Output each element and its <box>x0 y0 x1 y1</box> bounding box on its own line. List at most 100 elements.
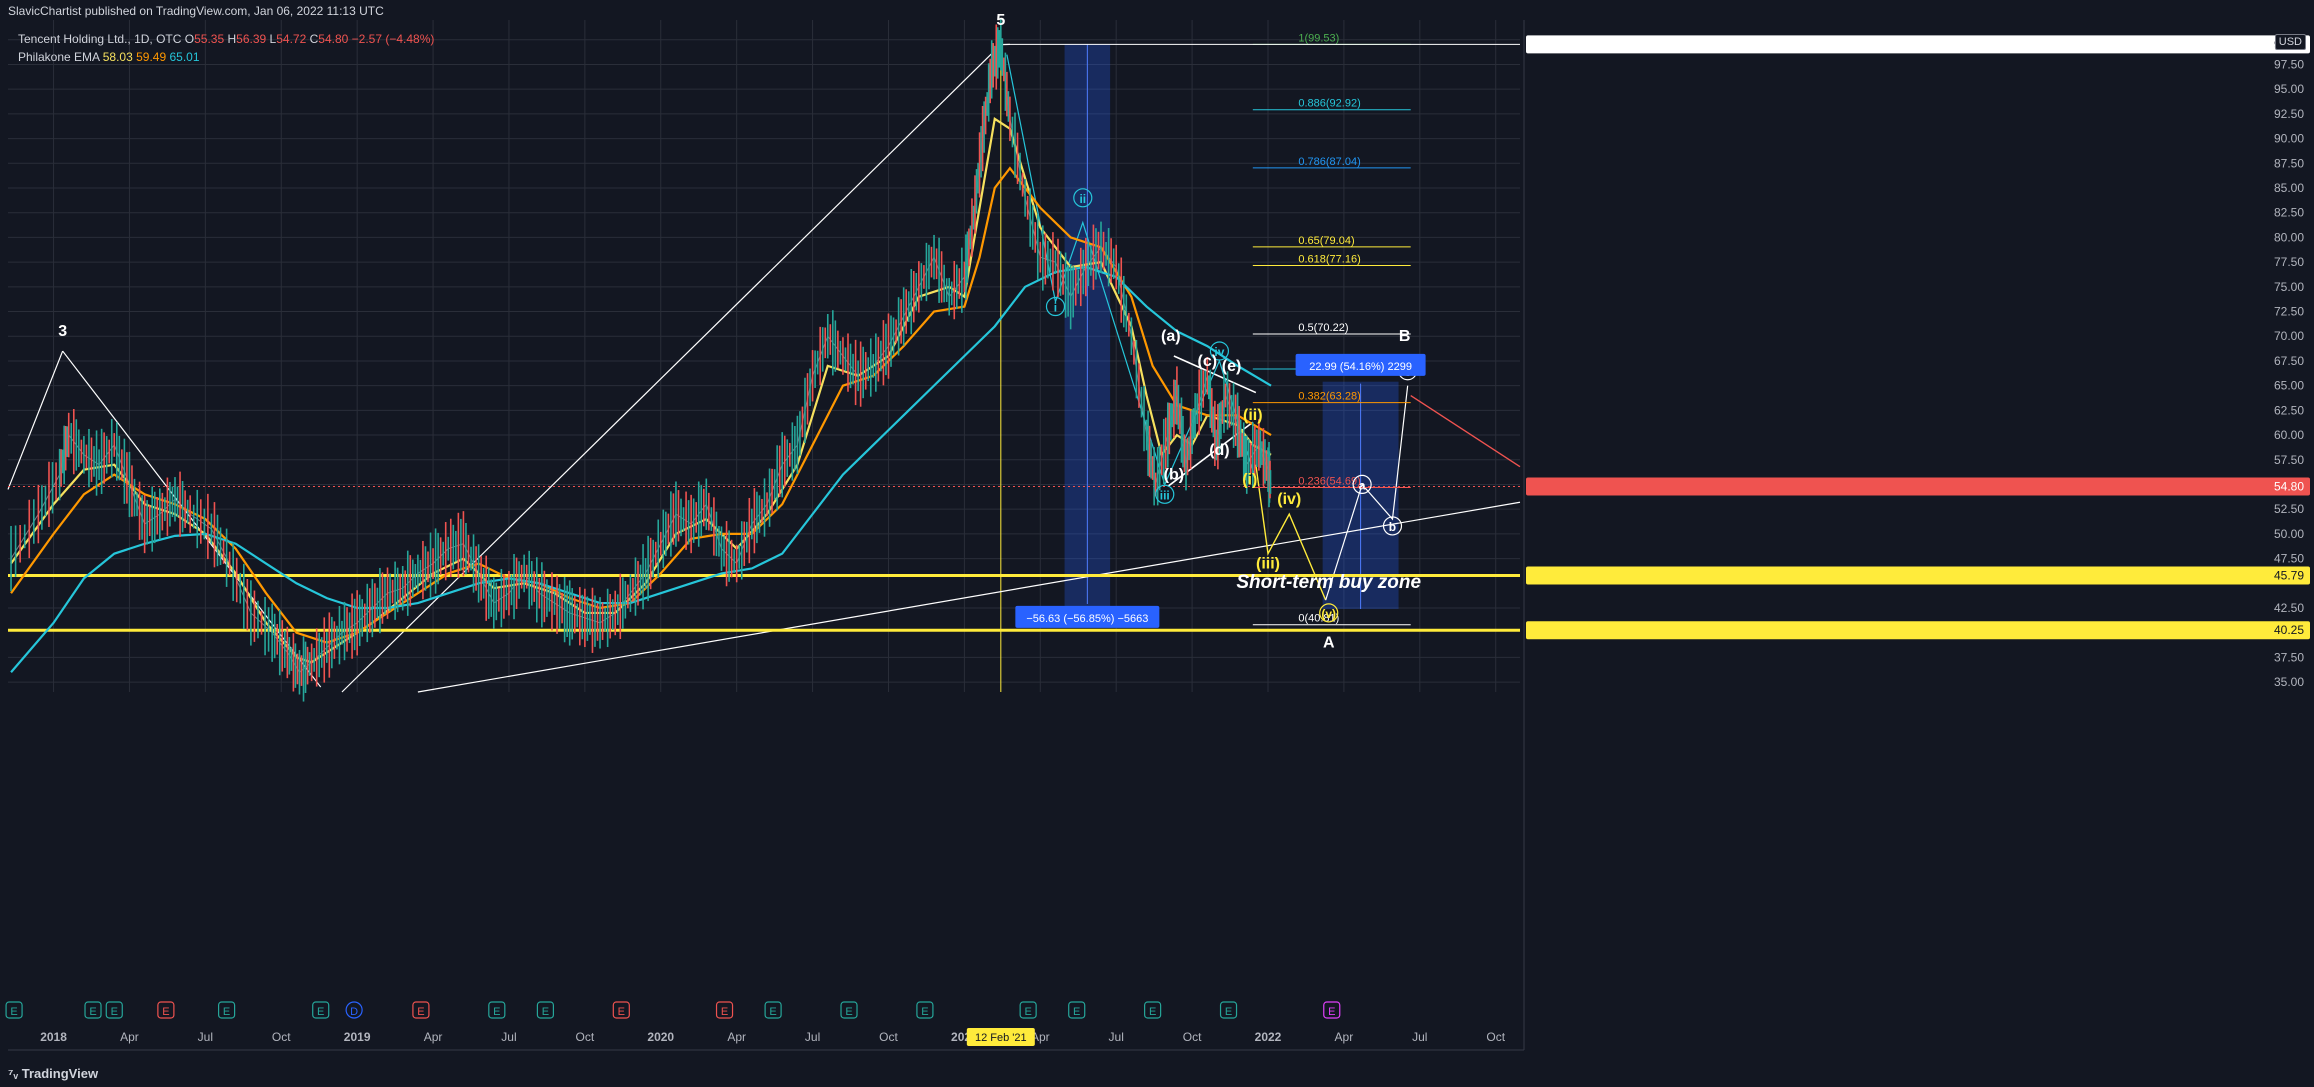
event-marker-label: E <box>769 1006 776 1018</box>
price-tag-box <box>1526 566 2310 585</box>
price-axis-tick: 97.50 <box>2274 57 2304 71</box>
indicator-legend[interactable]: Philakone EMA 58.03 59.49 65.01 <box>18 50 200 64</box>
indicator-value-slow: 65.01 <box>169 50 200 64</box>
price-axis-tick: 85.00 <box>2274 181 2304 195</box>
price-axis-tick: 47.50 <box>2274 552 2304 566</box>
price-axis-tick: 75.00 <box>2274 280 2304 294</box>
wave-label: (d) <box>1209 442 1229 459</box>
time-axis-tick: Jul <box>805 1030 820 1044</box>
wave-label: A <box>1323 635 1335 652</box>
publish-info: SlavicChartist published on TradingView.… <box>8 4 384 18</box>
time-axis-tick: Oct <box>1486 1030 1505 1044</box>
time-axis-tick: Apr <box>120 1030 139 1044</box>
price-tag-box <box>1526 35 2310 54</box>
date-tag-label: 12 Feb '21 <box>975 1032 1027 1044</box>
ohlc-high-label: H <box>227 32 237 46</box>
event-marker-label: E <box>542 1006 549 1018</box>
fib-level-label: 0.65(79.04) <box>1298 235 1354 247</box>
price-axis-bg <box>1524 0 2314 1087</box>
price-tag-label: 40.25 <box>2274 623 2304 637</box>
wave-label: (ii) <box>1243 407 1263 424</box>
price-axis-tick: 72.50 <box>2274 305 2304 319</box>
time-axis-tick: Jul <box>501 1030 516 1044</box>
fib-level-label: 0.5(70.22) <box>1298 322 1348 334</box>
wave-label: (e) <box>1222 358 1242 375</box>
price-axis-tick: 77.50 <box>2274 255 2304 269</box>
red-projection-line <box>1410 394 1521 468</box>
event-marker-label: E <box>493 1006 500 1018</box>
event-marker-label: E <box>10 1006 17 1018</box>
event-marker-label: E <box>1024 1006 1031 1018</box>
event-marker-label: D <box>350 1006 358 1018</box>
price-tag-label: 45.79 <box>2274 568 2304 582</box>
time-axis-tick: Apr <box>1335 1030 1354 1044</box>
tradingview-icon: ⁷ᵥ <box>8 1066 22 1081</box>
wave-label: (iii) <box>1256 555 1280 572</box>
short-term-zone-label: Short-term buy zone <box>1236 572 1421 593</box>
indicator-name: Philakone EMA <box>18 50 100 64</box>
time-axis-tick: Oct <box>879 1030 898 1044</box>
time-axis-tick: Oct <box>576 1030 595 1044</box>
event-marker-label: E <box>89 1006 96 1018</box>
rise-measure-label: 22.99 (54.16%) 2299 <box>1309 361 1412 373</box>
symbol-name: Tencent Holding Ltd., 1D, OTC <box>18 32 182 46</box>
wave-label: (a) <box>1161 328 1181 345</box>
fib-level-label: 0.236(54.69) <box>1298 476 1360 488</box>
price-axis-tick: 35.00 <box>2274 675 2304 689</box>
event-marker-label: E <box>317 1006 324 1018</box>
wave-label: (v) <box>1321 607 1336 621</box>
price-axis-tick: 60.00 <box>2274 428 2304 442</box>
price-axis-tick: 65.00 <box>2274 379 2304 393</box>
ohlc-open: 55.35 <box>194 32 225 46</box>
price-axis-tick: 80.00 <box>2274 230 2304 244</box>
price-axis-tick: 67.50 <box>2274 354 2304 368</box>
price-axis-tick: 90.00 <box>2274 132 2304 146</box>
brand-text: TradingView <box>21 1066 99 1081</box>
event-marker-label: E <box>721 1006 728 1018</box>
event-marker-label: E <box>845 1006 852 1018</box>
symbol-legend[interactable]: Tencent Holding Ltd., 1D, OTC O55.35 H56… <box>18 32 434 46</box>
fib-level-label: 1(99.53) <box>1298 32 1339 44</box>
wave-label: (iv) <box>1277 491 1301 508</box>
ohlc-close: 54.80 <box>318 32 349 46</box>
time-axis-tick: Apr <box>424 1030 443 1044</box>
price-axis-tick: 70.00 <box>2274 329 2304 343</box>
time-axis-tick: Apr <box>727 1030 746 1044</box>
time-axis-tick: 2022 <box>1255 1030 1282 1044</box>
ohlc-high: 56.39 <box>236 32 267 46</box>
wave-label: iii <box>1160 488 1170 502</box>
event-marker-label: E <box>921 1006 928 1018</box>
price-chart[interactable]: 1(99.53) 0.886(92.92) 0.786(87.04) 0.65(79.… <box>0 0 2314 1087</box>
price-axis-tick: 42.50 <box>2274 601 2304 615</box>
currency-button[interactable]: USD <box>2274 34 2306 50</box>
wave-label: 5 <box>996 12 1005 29</box>
fib-level-label: 0.618(77.16) <box>1298 253 1360 265</box>
price-tag-label: 54.80 <box>2274 479 2304 493</box>
wave-label: 3 <box>58 323 67 340</box>
time-axis-tick: 2019 <box>344 1030 371 1044</box>
price-axis-tick: 52.50 <box>2274 502 2304 516</box>
time-axis-tick: Jul <box>198 1030 213 1044</box>
time-axis-tick: Jul <box>1109 1030 1124 1044</box>
time-axis-tick: 2018 <box>40 1030 67 1044</box>
drop-measure-label: −56.63 (−56.85%) −5663 <box>1026 613 1148 625</box>
event-marker-label: E <box>162 1006 169 1018</box>
time-axis-tick: 2020 <box>647 1030 674 1044</box>
ohlc-open-label: O <box>184 32 195 46</box>
tradingview-logo: ⁷ᵥ TradingView <box>8 1066 98 1081</box>
event-marker-label: E <box>1073 1006 1080 1018</box>
wave-label: B <box>1399 328 1411 345</box>
price-tag-box <box>1526 621 2310 640</box>
event-marker-label: E <box>618 1006 625 1018</box>
price-tag-box <box>1526 477 2310 496</box>
price-axis-tick: 37.50 <box>2274 650 2304 664</box>
price-axis-tick: 57.50 <box>2274 453 2304 467</box>
event-marker-label: E <box>111 1006 118 1018</box>
price-axis-tick: 95.00 <box>2274 82 2304 96</box>
trend-line <box>7 350 64 490</box>
event-marker-label: E <box>223 1006 230 1018</box>
price-axis-tick: 82.50 <box>2274 206 2304 220</box>
fib-level-label: 0.886(92.92) <box>1298 98 1360 110</box>
wave-label: b <box>1389 520 1396 534</box>
event-marker-label: E <box>1149 1006 1156 1018</box>
